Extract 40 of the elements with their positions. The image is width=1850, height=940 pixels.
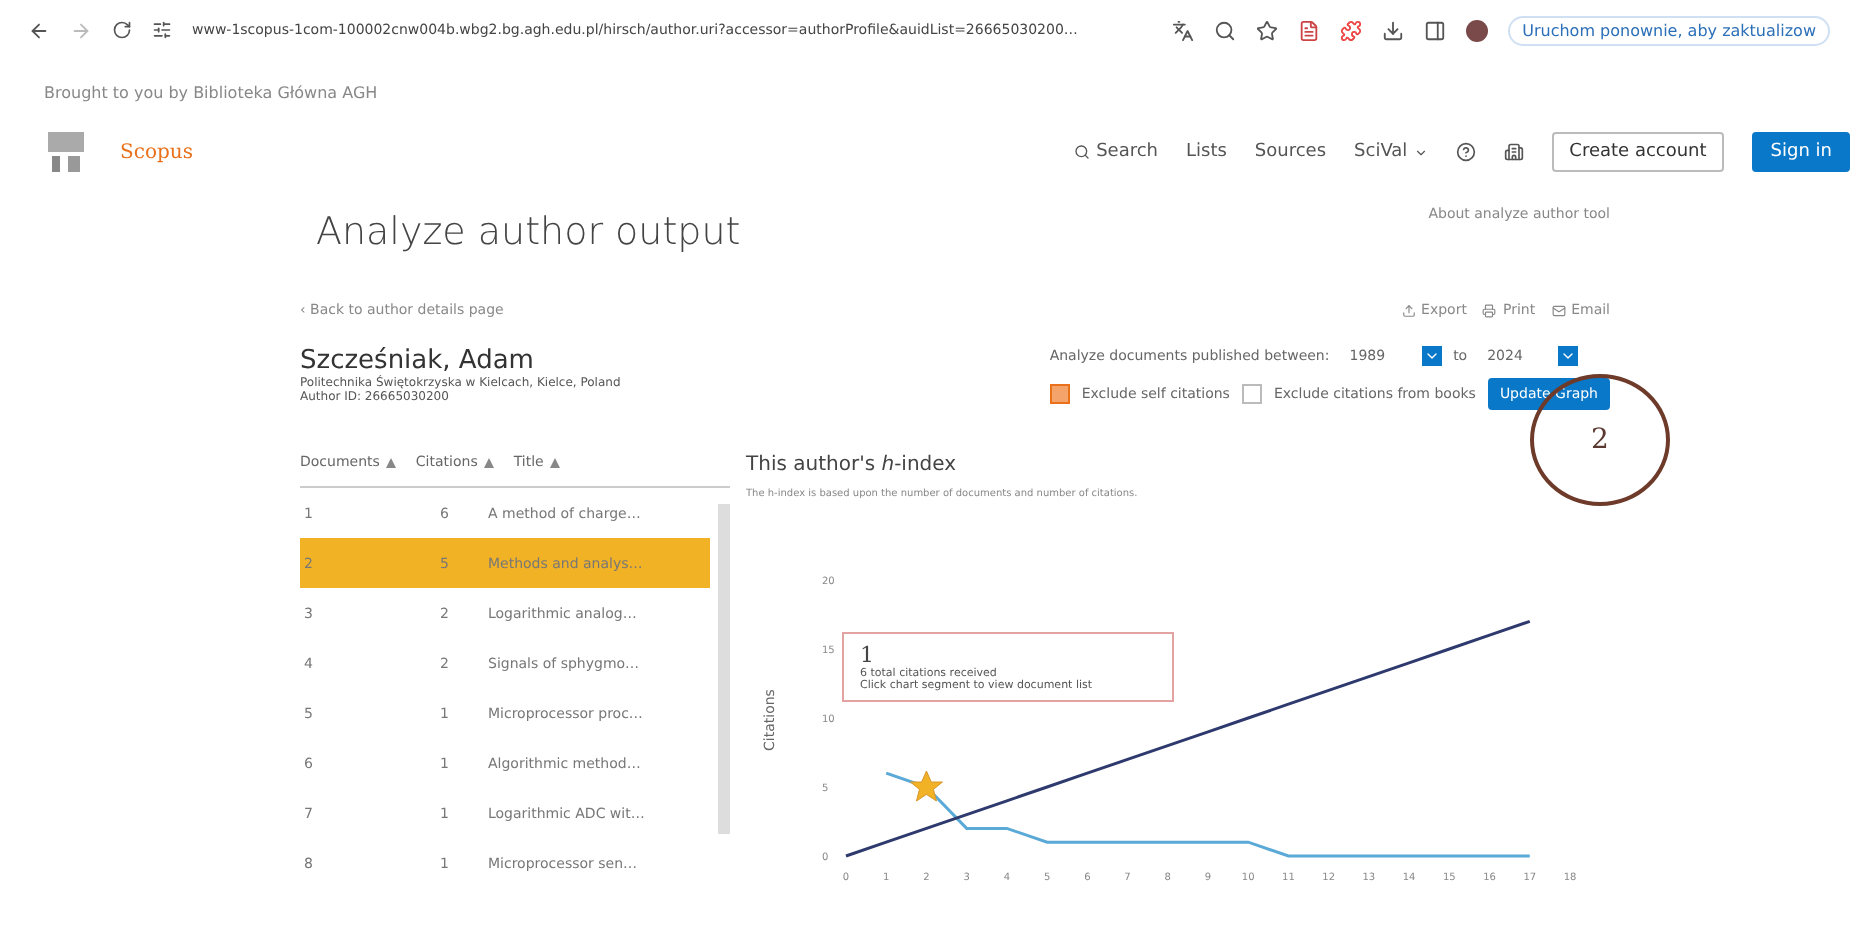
sort-icon[interactable] (385, 457, 396, 467)
bookmark-icon[interactable] (1256, 19, 1279, 41)
help-icon[interactable] (1455, 142, 1476, 162)
author-name: Szcześniak, Adam (300, 346, 536, 376)
caret-icon[interactable] (1413, 145, 1428, 159)
site-settings-icon[interactable] (152, 20, 172, 40)
reload-icon[interactable] (112, 20, 132, 40)
chart-title: This author's h-index (746, 454, 959, 476)
sort-icon[interactable] (483, 457, 494, 467)
caret-icon[interactable] (1558, 346, 1579, 366)
tooltip-title: 1 (860, 642, 876, 668)
nav-link[interactable]: Search (1096, 142, 1158, 162)
nav-link[interactable]: SciVal (1354, 142, 1408, 162)
institution-text: Brought to you by Biblioteka Główna AGH (44, 84, 378, 102)
institution-icon[interactable] (1503, 142, 1524, 162)
page-title: Analyze author output (316, 210, 741, 254)
mail-icon[interactable] (1551, 303, 1566, 317)
sort-icon[interactable] (549, 457, 560, 467)
star-icon (909, 770, 943, 802)
side-panel-icon[interactable] (1424, 19, 1447, 41)
caret-icon[interactable] (1421, 346, 1442, 366)
translate-icon[interactable] (1172, 19, 1195, 41)
nav-link[interactable]: Sources (1254, 142, 1327, 162)
nav-link[interactable]: Lists (1186, 142, 1227, 162)
download-icon[interactable] (1382, 19, 1405, 41)
create-account-button[interactable]: Create account (1551, 132, 1725, 172)
scrollbar[interactable] (718, 504, 730, 834)
back-icon[interactable] (28, 19, 50, 41)
checkbox[interactable] (1241, 384, 1262, 404)
sign-in-button[interactable]: Sign in (1752, 132, 1850, 172)
search-icon[interactable] (1214, 19, 1237, 41)
printer-icon[interactable] (1482, 303, 1497, 317)
update-notice[interactable]: Uruchom ponownie, aby zaktualizow (1508, 15, 1830, 45)
site-logo[interactable]: Scopus (120, 141, 193, 163)
checkbox[interactable] (1049, 384, 1070, 404)
profile-avatar[interactable] (1466, 19, 1489, 41)
search-icon[interactable] (1074, 144, 1091, 160)
extension-icon[interactable] (1298, 19, 1321, 41)
extension-icon[interactable] (1340, 19, 1363, 41)
upload-icon[interactable] (1401, 303, 1416, 317)
